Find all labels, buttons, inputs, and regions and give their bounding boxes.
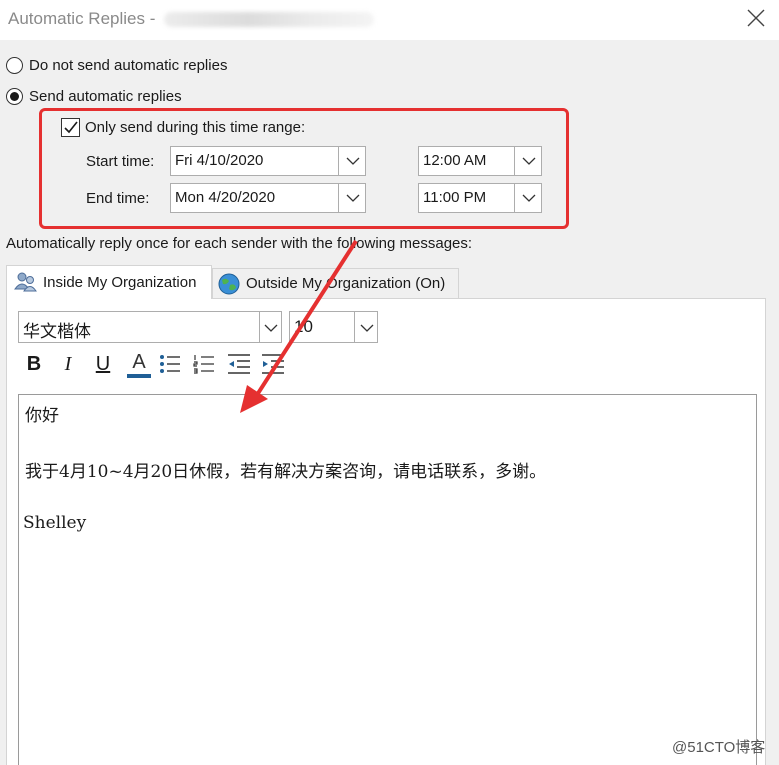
watermark: @51CTO博客 [672, 739, 766, 756]
annotation-arrow [240, 239, 358, 413]
